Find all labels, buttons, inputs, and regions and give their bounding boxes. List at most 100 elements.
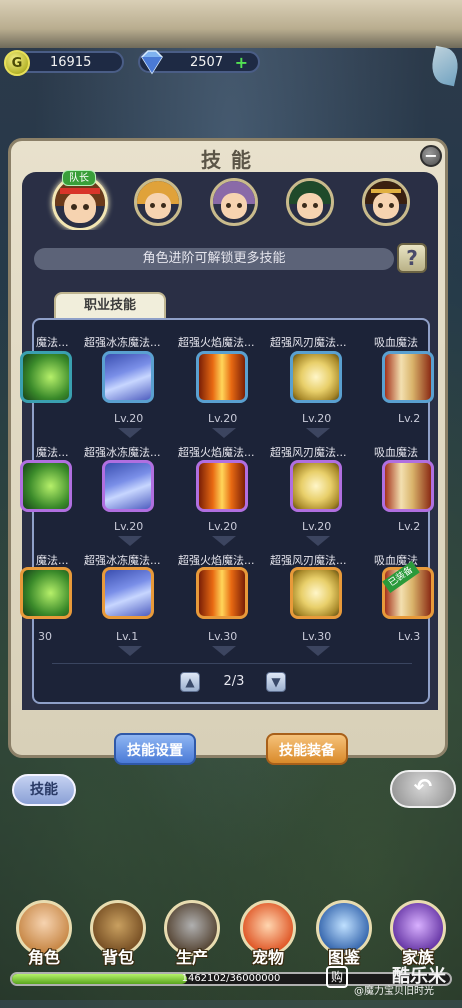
fire-skill-icon[interactable] xyxy=(196,351,248,403)
skill-name: 超强冰冻魔法... xyxy=(84,554,161,567)
upgrade-arrow-icon xyxy=(306,536,330,546)
top-background xyxy=(0,0,462,48)
diamond-icon xyxy=(141,50,163,75)
skill-level: Lv.2 xyxy=(398,520,421,533)
character-portrait-4[interactable] xyxy=(286,178,334,226)
gem-counter: 2507 + xyxy=(138,50,260,75)
hint-bar: 角色进阶可解锁更多技能 xyxy=(34,248,394,270)
ice-skill-icon[interactable] xyxy=(102,567,154,619)
skill-name: 吸血魔法 xyxy=(374,336,418,349)
nav-codex[interactable]: 图鉴 xyxy=(312,900,376,972)
skill-level: Lv.20 xyxy=(302,520,332,533)
skill-name: 超强火焰魔法... xyxy=(178,446,255,459)
skill-settings-button[interactable]: 技能设置 xyxy=(114,733,196,765)
skill-level: Lv.20 xyxy=(208,412,238,425)
face xyxy=(220,192,248,219)
nav-pets[interactable]: 宠物 xyxy=(236,900,300,972)
skill-name: 超强火焰魔法... xyxy=(178,336,255,349)
upgrade-arrow-icon xyxy=(306,646,330,656)
help-button[interactable]: ? xyxy=(397,243,427,273)
eye xyxy=(388,202,394,208)
wind-skill-icon[interactable] xyxy=(290,460,342,512)
skill-level: Lv.3 xyxy=(398,630,421,643)
skill-name: 超强冰冻魔法... xyxy=(84,446,161,459)
upgrade-arrow-icon xyxy=(212,428,236,438)
tiara xyxy=(371,188,401,193)
headband xyxy=(60,188,100,194)
nature-skill-icon[interactable] xyxy=(20,460,72,512)
character-portrait-2[interactable] xyxy=(134,178,182,226)
upgrade-arrow-icon xyxy=(118,646,142,656)
face xyxy=(372,192,400,219)
eye xyxy=(236,202,242,208)
tab-job-skills[interactable]: 职业技能 xyxy=(54,292,166,320)
skill-level: Lv.30 xyxy=(208,630,238,643)
skill-name: 超强风刃魔法... xyxy=(270,336,347,349)
close-button[interactable]: − xyxy=(420,145,442,167)
skill-name: 超强火焰魔法... xyxy=(178,554,255,567)
eye xyxy=(160,202,166,208)
skill-level: Lv.30 xyxy=(302,630,332,643)
eye xyxy=(83,204,89,210)
skill-level: Lv.1 xyxy=(116,630,139,643)
nature-skill-icon[interactable] xyxy=(20,351,72,403)
skill-name: 魔法... xyxy=(36,336,69,349)
page-down-button[interactable]: ▼ xyxy=(266,672,286,692)
skill-level: Lv.20 xyxy=(302,412,332,425)
nav-bag[interactable]: 背包 xyxy=(86,900,150,972)
upgrade-arrow-icon xyxy=(306,428,330,438)
character-portrait-5[interactable] xyxy=(362,178,410,226)
fire-skill-icon[interactable] xyxy=(196,460,248,512)
nav-label: 宠物 xyxy=(251,948,284,967)
face xyxy=(296,192,324,219)
skill-name: 魔法... xyxy=(36,446,69,459)
blood-skill-icon[interactable] xyxy=(382,351,434,403)
gold-counter: G 16915 xyxy=(4,50,124,76)
skill-name: 超强冰冻魔法... xyxy=(84,336,161,349)
page-up-button[interactable]: ▲ xyxy=(180,672,200,692)
face xyxy=(144,192,172,219)
skill-name: 超强风刃魔法... xyxy=(270,446,347,459)
nav-label: 背包 xyxy=(101,948,134,967)
skill-level: Lv.20 xyxy=(114,520,144,533)
panel-title: 技能 xyxy=(201,148,261,172)
nav-label: 角色 xyxy=(27,948,60,967)
skill-name: 魔法... xyxy=(36,554,69,567)
upgrade-arrow-icon xyxy=(118,428,142,438)
blood-skill-icon[interactable] xyxy=(382,460,434,512)
ice-skill-icon[interactable] xyxy=(102,460,154,512)
nav-label: 生产 xyxy=(175,948,208,967)
upgrade-arrow-icon xyxy=(212,536,236,546)
wind-skill-icon[interactable] xyxy=(290,351,342,403)
fire-skill-icon[interactable] xyxy=(196,567,248,619)
divider xyxy=(52,663,412,664)
upgrade-arrow-icon xyxy=(118,536,142,546)
page-indicator: 2/3 xyxy=(223,674,245,689)
skill-level: Lv.2 xyxy=(398,412,421,425)
gold-value: 16915 xyxy=(50,55,92,70)
skill-level: Lv.20 xyxy=(208,520,238,533)
skills-side-button[interactable]: 技能 xyxy=(12,774,76,806)
back-button[interactable]: ↶ xyxy=(390,770,456,808)
captain-badge: 队长 xyxy=(62,170,96,186)
skill-equip-button[interactable]: 技能装备 xyxy=(266,733,348,765)
watermark-icon: 购 xyxy=(326,966,348,988)
watermark-caption: @魔力宝贝旧时光 xyxy=(354,986,434,997)
nav-label: 图鉴 xyxy=(327,948,360,967)
eye xyxy=(312,202,318,208)
skill-name: 吸血魔法 xyxy=(374,446,418,459)
ice-skill-icon[interactable] xyxy=(102,351,154,403)
gem-value: 2507 xyxy=(190,55,224,70)
nature-skill-icon[interactable] xyxy=(20,567,72,619)
character-portrait-3[interactable] xyxy=(210,178,258,226)
wind-skill-icon[interactable] xyxy=(290,567,342,619)
skill-level: Lv.20 xyxy=(114,412,144,425)
upgrade-arrow-icon xyxy=(212,646,236,656)
skill-name: 超强风刃魔法... xyxy=(270,554,347,567)
gold-coin-icon: G xyxy=(4,50,30,76)
skill-level: 30 xyxy=(38,630,52,643)
add-gems-button[interactable]: + xyxy=(235,53,248,72)
eye xyxy=(71,204,77,210)
nav-production[interactable]: 生产 xyxy=(160,900,224,972)
nav-character[interactable]: 角色 xyxy=(12,900,76,972)
